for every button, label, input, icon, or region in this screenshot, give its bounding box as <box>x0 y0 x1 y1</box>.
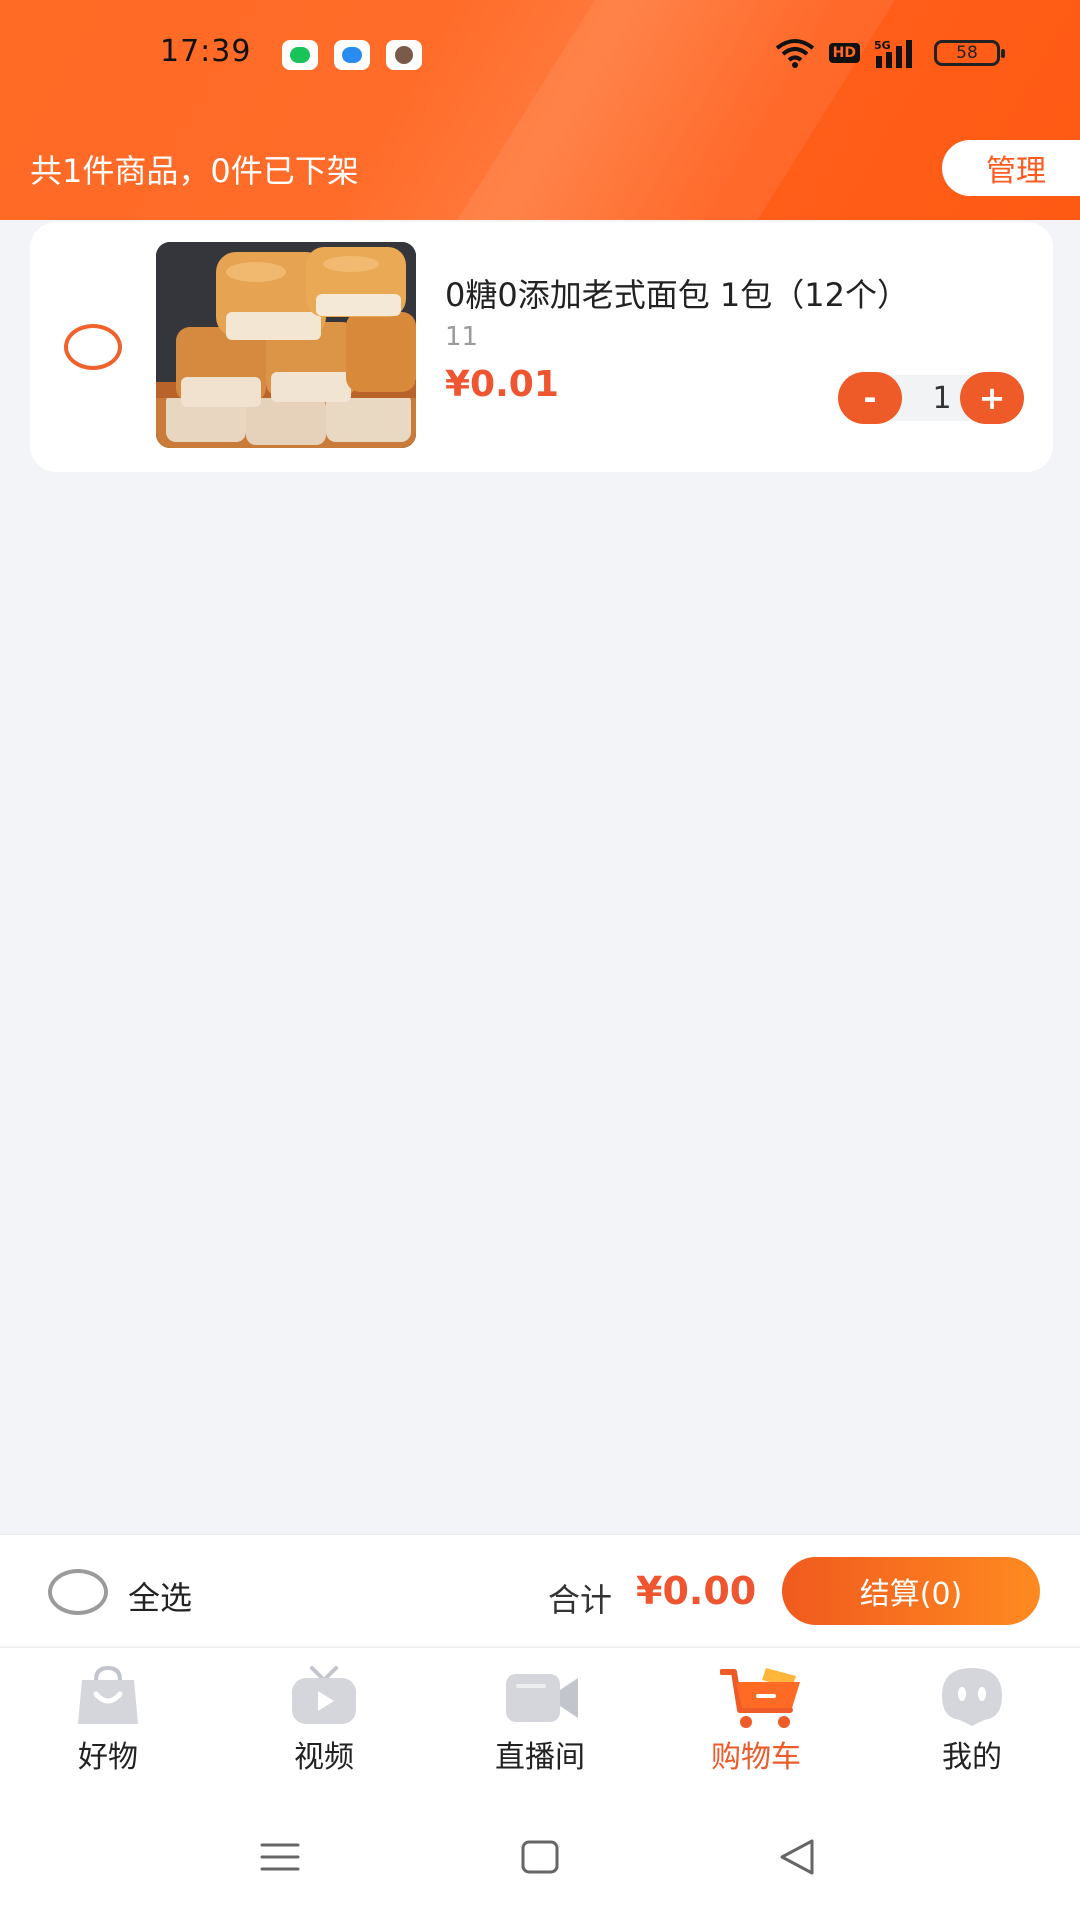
item-select-radio[interactable] <box>64 324 122 370</box>
search-icon <box>334 40 370 70</box>
manage-button[interactable]: 管理 <box>942 140 1080 196</box>
tv-play-icon <box>292 1666 356 1724</box>
manage-label: 管理 <box>986 154 1046 189</box>
home-icon[interactable] <box>510 1827 570 1887</box>
shopping-bag-icon <box>78 1666 138 1724</box>
status-time: 17:39 <box>160 34 252 69</box>
quantity-stepper: - 1 + <box>808 372 1024 424</box>
quantity-increase-button[interactable]: + <box>960 372 1024 424</box>
robot-face-icon <box>942 1668 1002 1726</box>
tab-haowu[interactable]: 好物 <box>0 1648 216 1788</box>
wifi-icon <box>775 39 814 68</box>
checkout-bar: 全选 合计 ¥0.00 结算(0) <box>0 1534 1080 1646</box>
tab-label: 直播间 <box>495 1740 585 1775</box>
product-title[interactable]: 0糖0添加老式面包 1包（12个） <box>445 270 909 316</box>
total-value: ¥0.00 <box>636 1569 757 1613</box>
quantity-decrease-button[interactable]: - <box>838 372 902 424</box>
hd-badge: HD <box>828 43 860 63</box>
cart-item-card: 0糖0添加老式面包 1包（12个） 11 ¥0.01 - 1 + <box>30 222 1053 472</box>
tab-label: 视频 <box>294 1740 354 1775</box>
video-camera-icon <box>506 1674 578 1722</box>
status-bar: 17:39 HD 5G 58 <box>0 30 1080 80</box>
select-all-radio[interactable] <box>48 1569 108 1615</box>
back-icon[interactable] <box>768 1827 828 1887</box>
svg-text:5G: 5G <box>874 39 891 52</box>
menu-icon[interactable] <box>250 1827 310 1887</box>
tab-label: 我的 <box>942 1740 1002 1775</box>
checkout-button[interactable]: 结算(0) <box>782 1557 1040 1625</box>
battery-icon: 58 <box>934 40 1005 66</box>
cart-header: 17:39 HD 5G 58 共1件商品，0件已下架 管理 <box>0 0 1080 220</box>
message-icon <box>282 40 318 70</box>
tab-shipin[interactable]: 视频 <box>216 1648 432 1788</box>
bottom-tab-bar: 好物 视频 直播间 购物车 我的 <box>0 1647 1080 1787</box>
cart-summary: 共1件商品，0件已下架 <box>30 152 359 190</box>
product-price: ¥0.01 <box>445 364 559 405</box>
cart-page: 17:39 HD 5G 58 共1件商品，0件已下架 管理 0糖0添加老式面包 … <box>0 0 1080 1920</box>
tab-label: 购物车 <box>711 1740 801 1775</box>
product-spec: 11 <box>445 322 479 352</box>
tab-zhibojian[interactable]: 直播间 <box>432 1648 648 1788</box>
tab-gouwuche[interactable]: 购物车 <box>648 1648 864 1788</box>
tab-label: 好物 <box>78 1740 138 1775</box>
total-label: 合计 <box>548 1581 613 1619</box>
product-thumbnail[interactable] <box>156 242 416 448</box>
status-right: HD 5G 58 <box>775 38 1005 68</box>
signal-icon: 5G <box>874 39 912 68</box>
notification-icons <box>282 40 422 70</box>
system-nav-bar <box>0 1787 1080 1920</box>
checkout-label: 结算(0) <box>859 1577 963 1612</box>
avatar-icon <box>386 40 422 70</box>
cart-icon <box>720 1668 800 1728</box>
bread-image <box>156 242 416 448</box>
select-all-label[interactable]: 全选 <box>128 1573 192 1619</box>
tab-wode[interactable]: 我的 <box>864 1648 1080 1788</box>
